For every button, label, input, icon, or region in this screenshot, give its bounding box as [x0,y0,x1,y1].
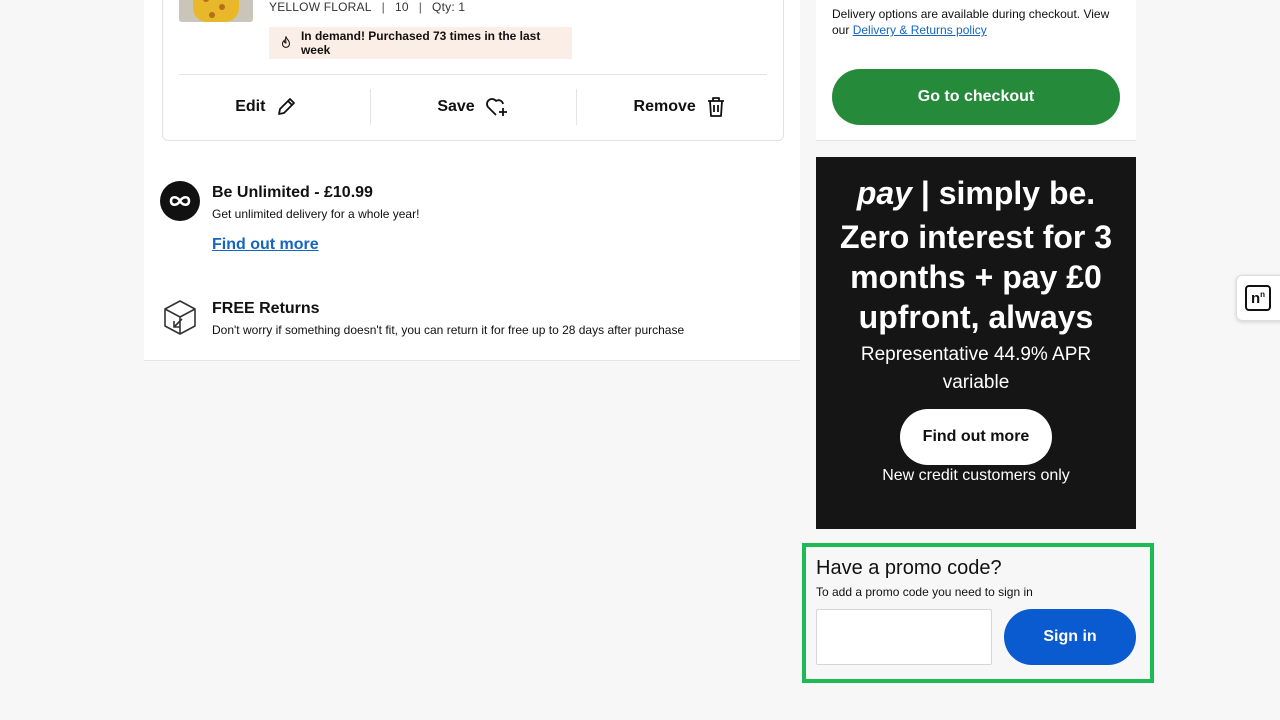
returns-title: FREE Returns [212,300,320,317]
in-demand-text: In demand! Purchased 73 times in the las… [300,29,541,57]
promo-code-input[interactable] [816,609,992,665]
promo-title: Have a promo code? [816,557,1002,579]
item-variant: YELLOW FLORAL | 10 | Qty: 1 [269,0,465,14]
n-logo-superscript: n [1260,290,1266,299]
edit-label: Edit [235,98,266,115]
delivery-returns-link[interactable]: Delivery & Returns policy [853,23,987,37]
return-box-icon [164,300,196,335]
promo-subtitle: To add a promo code you need to sign in [816,585,1033,599]
pay-logo: pay | simply be. [816,175,1136,212]
delivery-info: Delivery options are available during ch… [832,6,1128,38]
promo-code-section: Have a promo code? To add a promo code y… [802,543,1154,683]
pay-logo-pay: pay [856,175,912,211]
variant-qty: Qty: 1 [432,0,466,14]
infinity-icon [160,181,200,221]
basket-item-card: YELLOW FLORAL | 10 | Qty: 1 In demand! Purch… [162,0,784,141]
pay-note: New credit customers only [882,467,1070,484]
pay-logo-brand: | simply be. [920,175,1096,211]
n-logo-letter: n [1250,289,1261,307]
pencil-icon [278,98,296,115]
unlimited-title: Be Unlimited - £10.99 [212,184,373,201]
find-out-more-link[interactable]: Find out more [212,236,319,254]
edit-button[interactable]: Edit [163,75,370,139]
variant-separator: | [418,0,423,14]
basket-panel: YELLOW FLORAL | 10 | Qty: 1 In demand! Purch… [144,0,800,361]
remove-button[interactable]: Remove [576,75,783,139]
pay-headline: Zero interest for 3 months + pay £0 upfr… [839,219,1113,335]
sign-in-button[interactable]: Sign in [1004,609,1136,665]
unlimited-subtitle: Get unlimited delivery for a whole year! [212,207,420,221]
remove-label: Remove [633,98,696,115]
pay-find-out-more-button[interactable]: Find out more [900,409,1052,465]
variant-separator: | [381,0,385,14]
item-actions: Edit Save Remove [163,75,783,139]
returns-subtitle: Don't worry if something doesn't fit, yo… [212,323,685,337]
floral-dot [219,4,225,10]
dress-image [193,0,239,22]
save-button[interactable]: Save [369,75,577,139]
heart-plus-icon [485,98,507,116]
fire-icon [281,36,290,48]
pay-apr: Representative 44.9% APR variable [860,344,1092,393]
trash-icon [707,97,724,117]
pay-promo-banner: pay | simply be. Zero interest for 3 mon… [816,157,1136,529]
checkout-panel: Delivery options are available during ch… [816,0,1136,141]
side-feedback-widget[interactable]: nn [1236,275,1280,321]
in-demand-badge: In demand! Purchased 73 times in the las… [269,27,572,59]
go-to-checkout-button[interactable]: Go to checkout [832,69,1120,125]
save-label: Save [437,98,475,115]
variant-colour: YELLOW FLORAL [269,0,372,14]
returns-perk: FREE Returns Don't worry if something do… [160,297,780,341]
unlimited-perk: Be Unlimited - £10.99 Get unlimited deli… [160,181,760,261]
variant-size: 10 [394,0,409,14]
floral-dot [209,12,215,18]
product-thumbnail[interactable] [179,0,253,22]
n-logo-icon: nn [1245,285,1271,311]
